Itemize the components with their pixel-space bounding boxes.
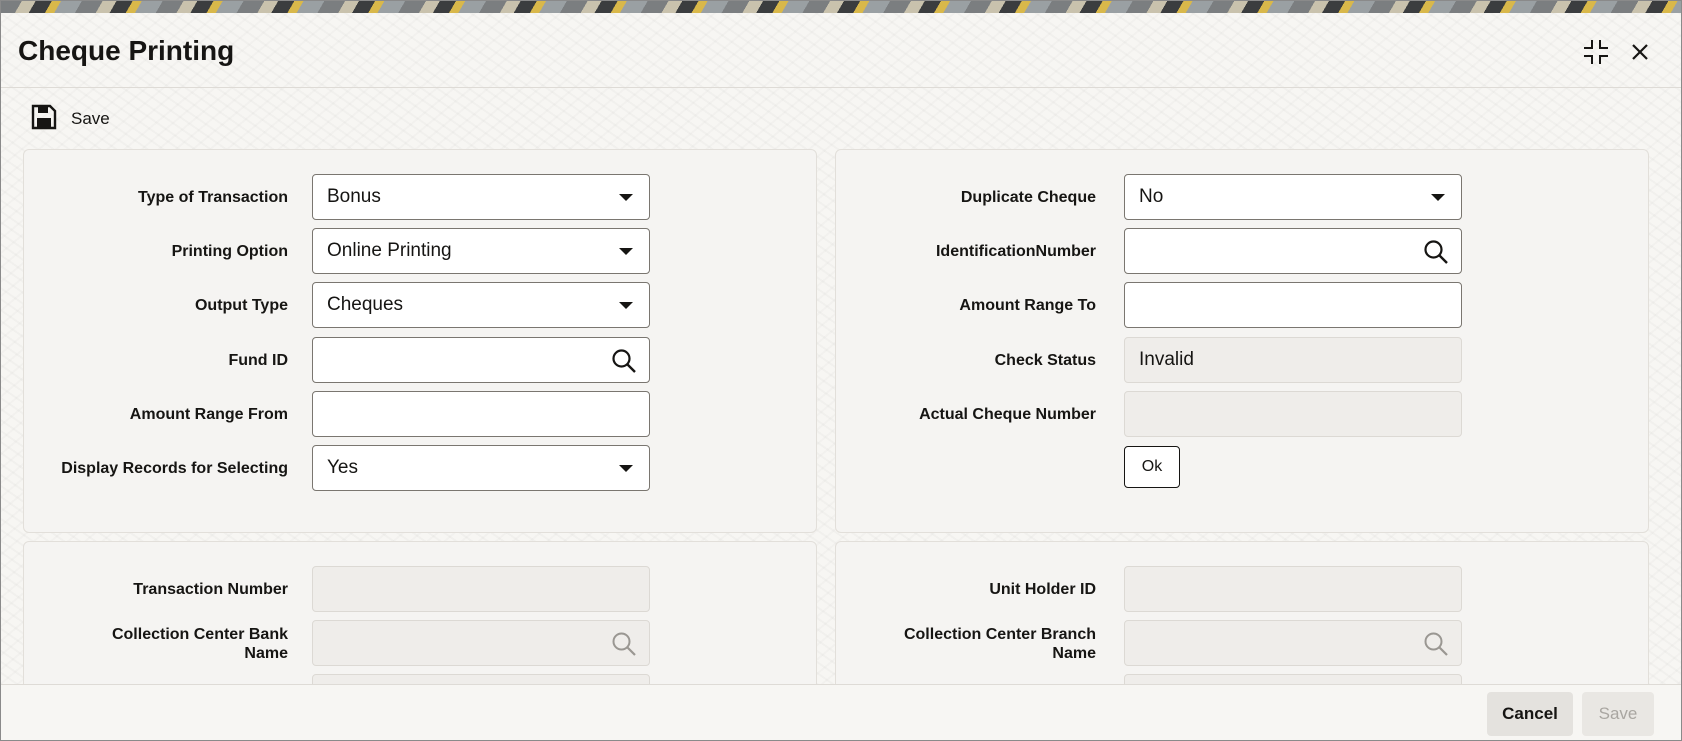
- save-toolbar-label: Save: [71, 109, 110, 128]
- type-of-transaction-select[interactable]: Bonus: [312, 174, 650, 220]
- label-line-2: Name: [1052, 645, 1096, 662]
- identification-number-label: IdentificationNumber: [935, 243, 1096, 260]
- close-icon[interactable]: [1625, 37, 1655, 67]
- chevron-down-icon: [619, 194, 633, 201]
- duplicate-cheque-select[interactable]: No: [1124, 174, 1462, 220]
- search-icon[interactable]: [611, 631, 637, 663]
- identification-number-input[interactable]: [1124, 228, 1462, 274]
- check-status-value: Invalid: [1139, 349, 1194, 370]
- cancel-button[interactable]: Cancel: [1487, 692, 1573, 736]
- save-button[interactable]: Save: [1582, 692, 1654, 736]
- type-of-transaction-value: Bonus: [327, 186, 381, 207]
- label-line-1: Collection Center Branch: [903, 626, 1096, 643]
- printing-option-select[interactable]: Online Printing: [312, 228, 650, 274]
- display-records-label: Display Records for Selecting: [61, 460, 288, 477]
- save-toolbar-button[interactable]: Save: [31, 104, 110, 134]
- transaction-number-label: Transaction Number: [133, 581, 288, 598]
- amount-range-to-label: Amount Range To: [959, 297, 1096, 314]
- fund-id-input[interactable]: [312, 337, 650, 383]
- search-icon[interactable]: [1423, 631, 1449, 663]
- output-type-label: Output Type: [194, 297, 288, 314]
- unit-holder-id-field: [1124, 566, 1462, 612]
- footer-bar: Cancel Save: [1, 684, 1681, 740]
- collection-center-branch-name-field: [1124, 620, 1462, 666]
- fund-id-label: Fund ID: [228, 352, 288, 369]
- printing-option-label: Printing Option: [171, 243, 288, 260]
- output-type-value: Cheques: [327, 294, 404, 315]
- maximize-icon[interactable]: [1581, 37, 1611, 67]
- printing-option-value: Online Printing: [327, 240, 452, 261]
- collection-center-branch-name-label: Collection Center Branch Name: [836, 620, 1096, 668]
- cheque-printing-window: Cheque Printing Save Type of Transaction: [0, 0, 1682, 741]
- chevron-down-icon: [1431, 194, 1445, 201]
- output-type-select[interactable]: Cheques: [312, 282, 650, 328]
- floppy-disk-icon: [31, 104, 57, 135]
- search-icon[interactable]: [1423, 239, 1449, 271]
- display-records-select[interactable]: Yes: [312, 445, 650, 491]
- amount-range-from-input[interactable]: [312, 391, 650, 437]
- amount-range-to-input[interactable]: [1124, 282, 1462, 328]
- collection-center-bank-name-label: Collection Center Bank Name: [112, 620, 288, 668]
- transaction-number-field: [312, 566, 650, 612]
- unit-holder-id-label: Unit Holder ID: [989, 581, 1096, 598]
- chevron-down-icon: [619, 302, 633, 309]
- decorative-banner: [1, 1, 1681, 13]
- check-status-label: Check Status: [994, 352, 1096, 369]
- label-line-1: Collection Center Bank: [111, 626, 288, 643]
- amount-range-from-label: Amount Range From: [129, 406, 288, 423]
- label-line-2: Name: [244, 645, 288, 662]
- page-title: Cheque Printing: [18, 35, 235, 66]
- actual-cheque-number-field: [1124, 391, 1462, 437]
- collection-center-bank-name-field: [312, 620, 650, 666]
- duplicate-cheque-value: No: [1139, 186, 1164, 207]
- cheque-details-panel: Duplicate Cheque No IdentificationNumber…: [835, 149, 1649, 533]
- actual-cheque-number-label: Actual Cheque Number: [919, 406, 1096, 423]
- search-icon[interactable]: [611, 348, 637, 380]
- check-status-field: Invalid: [1124, 337, 1462, 383]
- chevron-down-icon: [619, 465, 633, 472]
- type-of-transaction-label: Type of Transaction: [138, 189, 288, 206]
- transaction-criteria-panel: Type of Transaction Bonus Printing Optio…: [23, 149, 817, 533]
- ok-button[interactable]: Ok: [1124, 446, 1180, 488]
- window-header: Cheque Printing: [1, 13, 1681, 88]
- duplicate-cheque-label: Duplicate Cheque: [960, 189, 1096, 206]
- display-records-value: Yes: [327, 457, 358, 478]
- chevron-down-icon: [619, 248, 633, 255]
